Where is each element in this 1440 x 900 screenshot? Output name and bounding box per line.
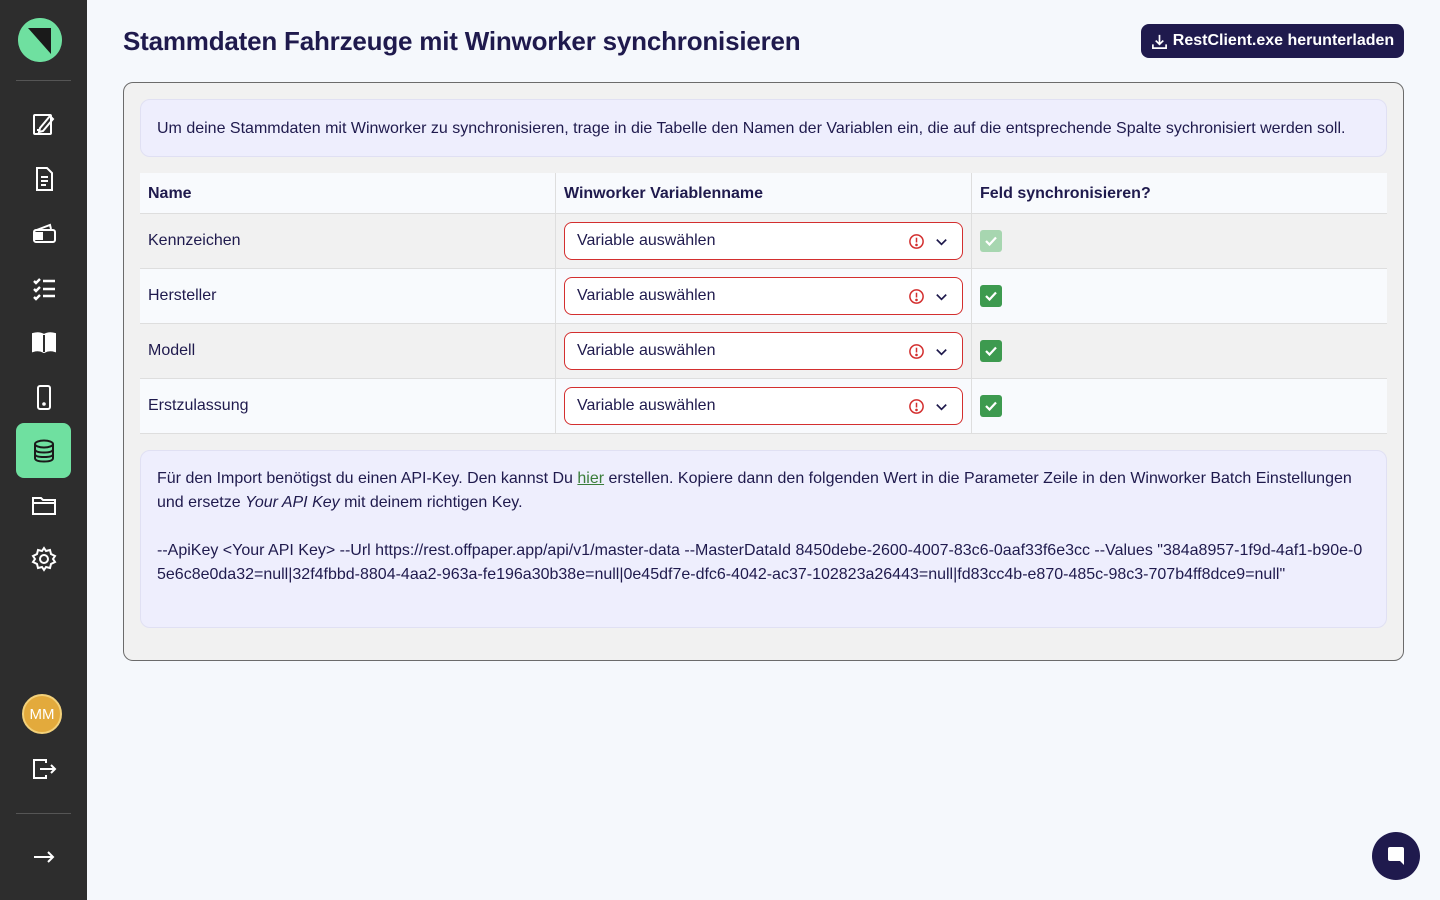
- chevron-down-icon: [936, 404, 947, 411]
- sidebar-item-checklists[interactable]: [16, 260, 71, 315]
- import-text: Für den Import benötigst du einen API-Ke…: [157, 470, 578, 487]
- select-value: Variable auswählen: [577, 232, 716, 249]
- wallet-icon: [32, 223, 56, 243]
- create-api-key-link[interactable]: hier: [577, 470, 604, 487]
- batch-parameter-command[interactable]: --ApiKey <Your API Key> --Url https://re…: [157, 539, 1370, 587]
- chat-icon: [1388, 847, 1404, 865]
- field-name: Erstzulassung: [140, 379, 556, 433]
- check-icon: [985, 291, 997, 302]
- phone-icon: [36, 384, 51, 410]
- folder-icon: [31, 496, 56, 515]
- chat-button[interactable]: [1372, 832, 1420, 880]
- import-instructions: Für den Import benötigst du einen API-Ke…: [157, 467, 1370, 515]
- error-icon: [909, 399, 924, 414]
- check-icon: [985, 346, 997, 357]
- sync-checkbox[interactable]: [980, 395, 1002, 417]
- sidebar-item-master-data[interactable]: [16, 423, 71, 478]
- book-icon: [31, 331, 56, 353]
- check-icon: [985, 236, 997, 247]
- logout-icon: [32, 758, 56, 779]
- edit-document-icon: [32, 113, 54, 135]
- error-icon: [909, 289, 924, 304]
- select-value: Variable auswählen: [577, 397, 716, 414]
- download-label: RestClient.exe herunterladen: [1172, 32, 1395, 49]
- document-icon: [35, 166, 53, 191]
- import-text: mit deinem richtigen Key.: [339, 494, 523, 511]
- import-info-box: Für den Import benötigst du einen API-Ke…: [140, 450, 1387, 628]
- app-logo[interactable]: [18, 18, 62, 62]
- column-header-sync: Feld synchronisieren?: [980, 185, 1151, 202]
- gear-icon: [31, 545, 56, 572]
- column-header-variable: Winworker Variablenname: [556, 173, 972, 213]
- select-value: Variable auswählen: [577, 342, 716, 359]
- api-key-placeholder-text: Your API Key: [245, 494, 340, 511]
- avatar[interactable]: MM: [22, 694, 62, 734]
- sidebar-divider-bottom: [16, 813, 71, 814]
- table-row: Kennzeichen Variable auswählen: [140, 214, 1387, 269]
- error-icon: [909, 344, 924, 359]
- page-title: Stammdaten Fahrzeuge mit Winworker synch…: [123, 26, 801, 56]
- field-name: Modell: [140, 324, 556, 378]
- chevron-down-icon: [936, 239, 947, 246]
- table-row: Modell Variable auswählen: [140, 324, 1387, 379]
- sync-checkbox[interactable]: [980, 285, 1002, 307]
- intro-info-box: Um deine Stammdaten mit Winworker zu syn…: [140, 99, 1387, 157]
- download-icon: [1151, 34, 1167, 49]
- checklist-icon: [32, 277, 55, 301]
- chevron-down-icon: [936, 294, 947, 301]
- sidebar-item-handbook[interactable]: [16, 314, 71, 369]
- sidebar-item-forms[interactable]: [16, 96, 71, 151]
- database-icon: [33, 439, 54, 463]
- sidebar-item-documents[interactable]: [16, 151, 71, 206]
- logout-button[interactable]: [16, 741, 71, 796]
- sidebar-item-files[interactable]: [16, 477, 71, 532]
- error-icon: [909, 234, 924, 249]
- check-icon: [985, 401, 997, 412]
- sidebar-item-mobile[interactable]: [16, 369, 71, 424]
- variable-select[interactable]: Variable auswählen: [564, 277, 963, 315]
- sidebar-item-wallet[interactable]: [16, 206, 71, 261]
- intro-text: Um deine Stammdaten mit Winworker zu syn…: [157, 120, 1346, 137]
- variable-select[interactable]: Variable auswählen: [564, 387, 963, 425]
- field-name: Hersteller: [140, 269, 556, 323]
- field-name: Kennzeichen: [140, 214, 556, 268]
- chevron-down-icon: [936, 349, 947, 356]
- download-restclient-button[interactable]: RestClient.exe herunterladen: [1141, 24, 1404, 58]
- sidebar-divider: [16, 80, 71, 81]
- sync-checkbox[interactable]: [980, 340, 1002, 362]
- table-row: Erstzulassung Variable auswählen: [140, 379, 1387, 434]
- select-value: Variable auswählen: [577, 287, 716, 304]
- arrow-right-icon: [33, 850, 54, 863]
- variable-select[interactable]: Variable auswählen: [564, 222, 963, 260]
- table-header: Name Winworker Variablenname Feld synchr…: [140, 173, 1387, 214]
- sync-card: Um deine Stammdaten mit Winworker zu syn…: [123, 82, 1404, 661]
- sidebar: MM: [0, 0, 87, 900]
- sidebar-item-settings[interactable]: [16, 531, 71, 586]
- variable-select[interactable]: Variable auswählen: [564, 332, 963, 370]
- column-header-name: Name: [140, 173, 556, 213]
- expand-sidebar-button[interactable]: [16, 829, 71, 884]
- sync-checkbox[interactable]: [980, 230, 1002, 252]
- mapping-table: Name Winworker Variablenname Feld synchr…: [140, 173, 1387, 434]
- table-row: Hersteller Variable auswählen: [140, 269, 1387, 324]
